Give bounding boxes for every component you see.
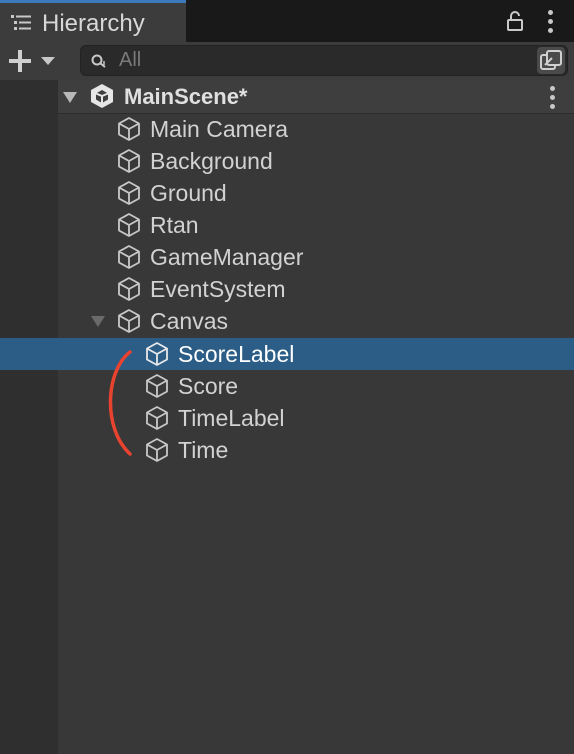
tree-item-scorelabel[interactable]: ScoreLabel — [0, 338, 574, 370]
tree-item-main-camera[interactable]: Main Camera — [58, 113, 574, 145]
tree-item-label: Rtan — [150, 212, 199, 238]
scene-name: MainScene* — [124, 84, 248, 109]
tab-bar: Hierarchy — [0, 0, 574, 42]
tree-item-label: Canvas — [150, 308, 228, 334]
hierarchy-tree: MainScene* Main Camera Background Ground… — [0, 80, 574, 754]
gameobject-cube-icon — [118, 309, 140, 333]
gameobject-cube-icon — [146, 342, 168, 366]
tree-gutter — [0, 80, 58, 754]
tree-item-label: Ground — [150, 180, 227, 206]
gameobject-cube-icon — [146, 374, 168, 398]
search-field[interactable] — [80, 45, 568, 76]
tree-item-label: Time — [178, 437, 229, 463]
gameobject-cube-icon — [118, 149, 140, 173]
scene-menu-icon[interactable] — [547, 86, 557, 110]
unity-logo-icon — [91, 84, 113, 108]
gameobject-cube-icon — [146, 438, 168, 462]
tree-item-eventsystem[interactable]: EventSystem — [58, 273, 574, 305]
lock-icon[interactable] — [503, 9, 527, 33]
tree-item-label: TimeLabel — [178, 405, 285, 431]
tree-item-label: Main Camera — [150, 116, 289, 142]
tab-hierarchy[interactable]: Hierarchy — [0, 0, 186, 42]
expand-arrow-icon[interactable] — [62, 90, 78, 104]
gameobject-cube-icon — [118, 117, 140, 141]
tree-item-label: EventSystem — [150, 276, 286, 302]
gameobject-cube-icon — [118, 181, 140, 205]
plus-icon[interactable] — [6, 46, 38, 76]
gameobject-cube-icon — [118, 277, 140, 301]
tree-item-ground[interactable]: Ground — [58, 177, 574, 209]
expand-arrow-icon[interactable] — [90, 314, 106, 328]
search-input[interactable] — [119, 46, 529, 75]
tree-item-background[interactable]: Background — [58, 145, 574, 177]
tree-item-label: ScoreLabel — [178, 341, 295, 367]
tree-item-label: Score — [178, 373, 239, 399]
dropdown-caret-icon[interactable] — [40, 54, 56, 68]
gameobject-cube-icon — [118, 245, 140, 269]
tree-item-rtan[interactable]: Rtan — [58, 209, 574, 241]
tree-item-label: GameManager — [150, 244, 304, 270]
tree-item-canvas[interactable]: Canvas — [58, 305, 574, 337]
gameobject-cube-icon — [146, 406, 168, 430]
toolbar — [0, 42, 574, 80]
scene-row[interactable]: MainScene* — [58, 80, 574, 114]
scene-filter-icon[interactable] — [537, 47, 565, 74]
tree-item-gamemanager[interactable]: GameManager — [58, 241, 574, 273]
annotation-bracket — [108, 350, 132, 456]
panel-title: Hierarchy — [42, 10, 145, 37]
hierarchy-list-icon — [11, 15, 31, 30]
tree-item-label: Background — [150, 148, 273, 174]
gameobject-cube-icon — [118, 213, 140, 237]
search-icon — [91, 54, 106, 68]
panel-menu-icon[interactable] — [545, 10, 555, 34]
